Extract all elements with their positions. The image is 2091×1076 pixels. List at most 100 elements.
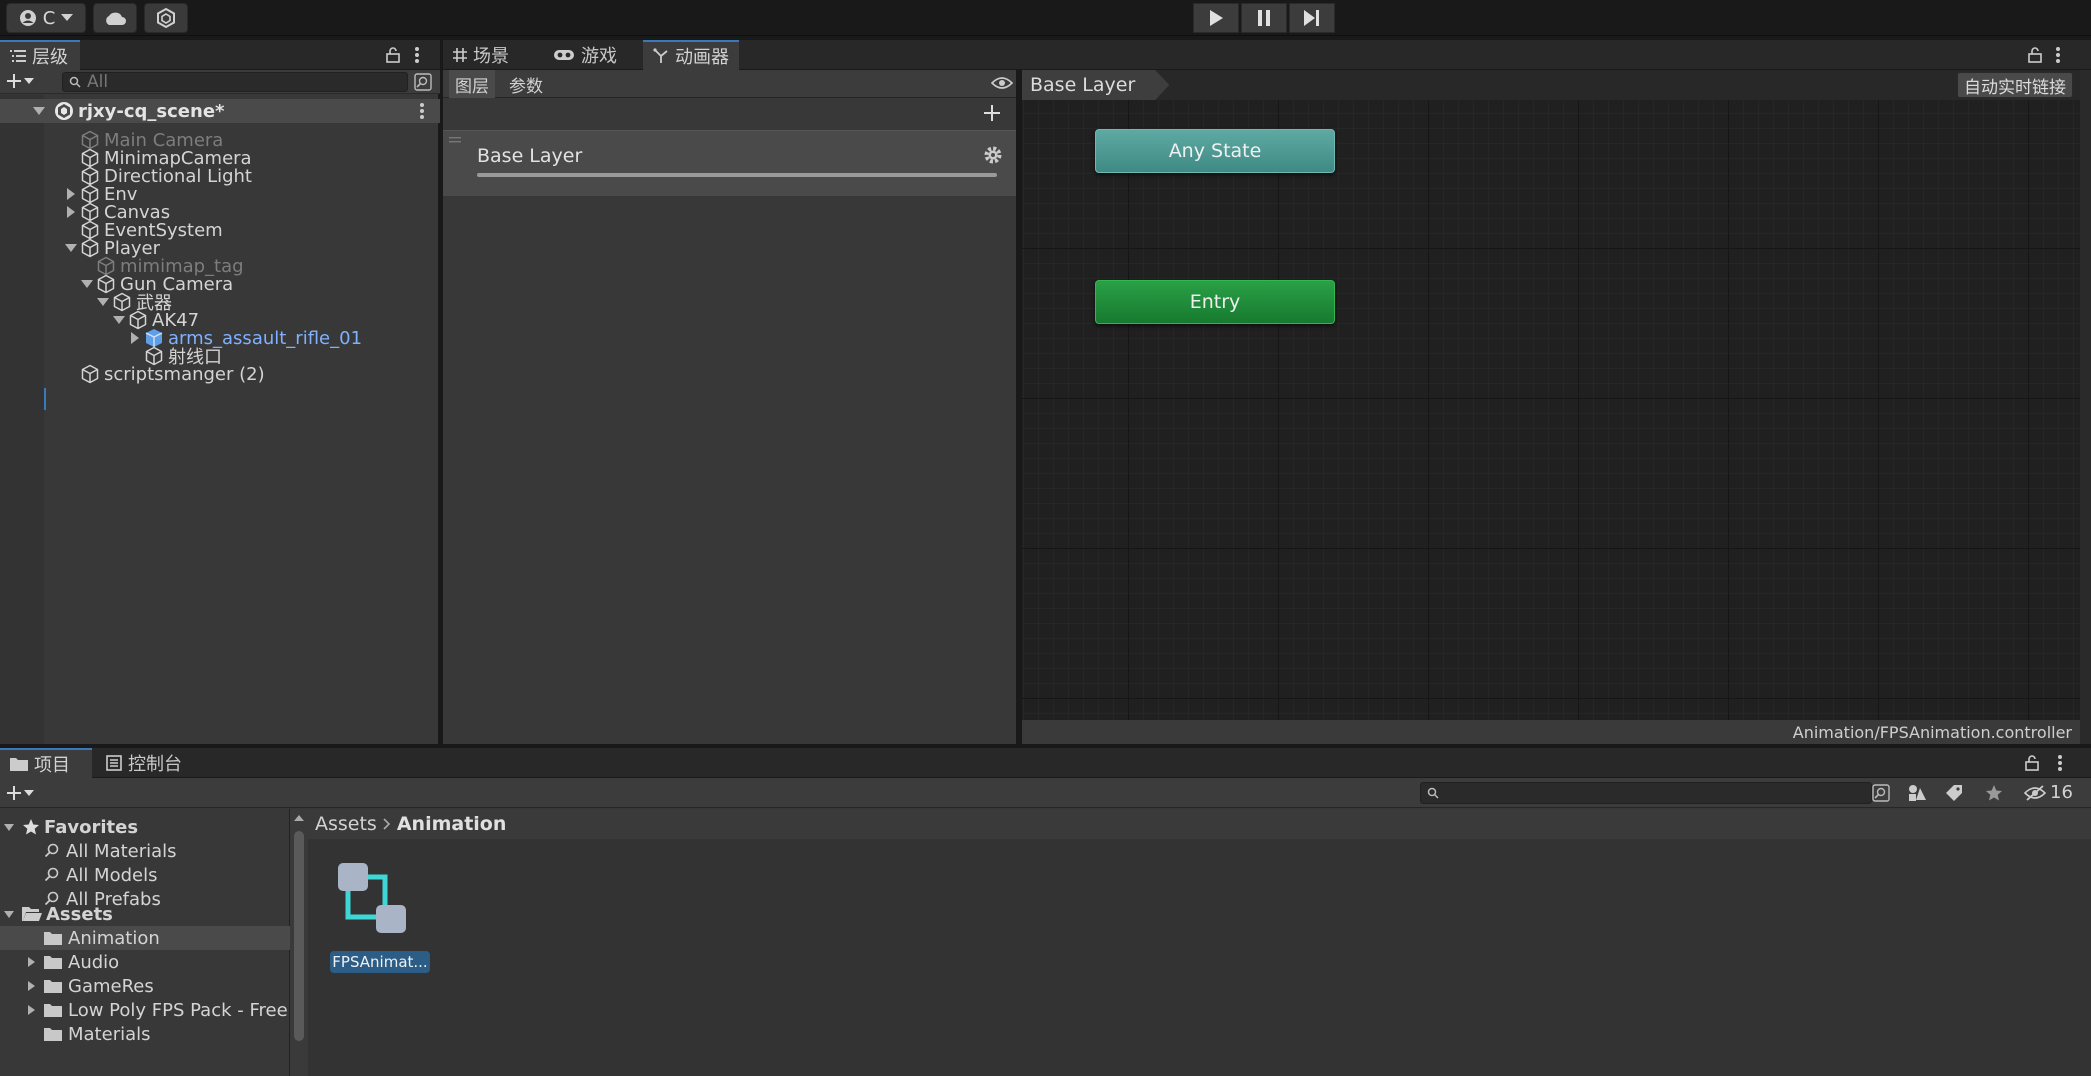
search-icon	[1427, 787, 1439, 799]
label-tag-icon[interactable]	[1945, 784, 1963, 802]
any-state-node[interactable]: Any State	[1095, 129, 1335, 173]
folder-label: Animation	[68, 927, 160, 949]
add-layer-icon[interactable]	[983, 104, 1001, 122]
play-icon	[1209, 10, 1223, 26]
hexagon-icon	[156, 8, 176, 28]
project-search-input[interactable]	[1420, 782, 1872, 804]
chevron-right-icon[interactable]	[24, 1004, 38, 1016]
hierarchy-item[interactable]: scriptsmanger (2)	[0, 362, 440, 386]
layer-weight-bar[interactable]	[477, 173, 997, 177]
cloud-button[interactable]	[93, 3, 137, 33]
chevron-down-icon[interactable]	[112, 313, 126, 327]
kebab-menu-icon[interactable]	[2055, 46, 2061, 64]
hierarchy-search-field[interactable]: All	[62, 72, 408, 92]
assets-row[interactable]: Assets	[0, 902, 113, 926]
chevron-down-icon[interactable]	[0, 908, 18, 920]
layers-subtab-bar: 图层 参数	[443, 70, 1016, 98]
scene-row[interactable]: rjxy-cq_scene*	[0, 99, 440, 123]
favorite-item[interactable]: All Models	[0, 863, 157, 887]
collab-button[interactable]	[144, 3, 188, 33]
folder-icon	[44, 1003, 62, 1017]
hierarchy-tabbar: 层级	[0, 40, 440, 70]
project-toolbar: 16	[0, 778, 2091, 808]
lock-icon[interactable]	[386, 47, 400, 63]
subtab-parameters[interactable]: 参数	[503, 70, 549, 98]
tab-console[interactable]: 控制台	[96, 748, 192, 778]
asset-label[interactable]: FPSAnimat...	[330, 951, 430, 973]
hierarchy-search-input[interactable]: All	[87, 72, 108, 92]
folder-item[interactable]: GameRes	[0, 974, 290, 998]
drag-handle-icon[interactable]	[449, 137, 461, 143]
animator-layers-panel: 图层 参数 Base Layer	[443, 70, 1019, 744]
gamepad-icon	[553, 48, 575, 62]
tab-project[interactable]: 项目	[0, 748, 92, 778]
chevron-right-icon[interactable]	[128, 331, 142, 345]
chevron-right-icon[interactable]	[24, 956, 38, 968]
folder-item[interactable]: Low Poly FPS Pack - Free	[0, 998, 290, 1022]
tab-hierarchy[interactable]: 层级	[0, 40, 80, 70]
chevron-down-icon[interactable]	[64, 241, 78, 255]
graph-scrollbar[interactable]	[2080, 70, 2091, 744]
kebab-menu-icon[interactable]	[2057, 754, 2063, 772]
chevron-right-icon[interactable]	[64, 205, 78, 219]
animator-controller-icon[interactable]	[330, 859, 410, 939]
chevron-down-icon[interactable]	[80, 277, 94, 291]
folder-icon	[44, 955, 62, 969]
favorite-label: All Models	[66, 864, 158, 886]
chevron-down-icon[interactable]	[96, 295, 110, 309]
tab-animator[interactable]: 动画器	[643, 40, 739, 70]
folder-item[interactable]: Audio	[0, 950, 290, 974]
lock-icon[interactable]	[2025, 755, 2039, 771]
subtab-layers[interactable]: 图层	[449, 70, 495, 98]
account-dropdown[interactable]: C	[6, 3, 86, 33]
entry-node[interactable]: Entry	[1095, 280, 1335, 324]
hidden-packages-toggle[interactable]: 16	[2024, 782, 2073, 803]
search-filter-icon[interactable]	[414, 73, 432, 91]
layer-row-base[interactable]: Base Layer	[443, 130, 1016, 196]
kebab-menu-icon[interactable]	[414, 46, 420, 64]
create-dropdown[interactable]	[6, 785, 34, 801]
step-button[interactable]	[1289, 3, 1335, 33]
pause-button[interactable]	[1241, 3, 1287, 33]
breadcrumb-base-layer[interactable]: Base Layer	[1022, 70, 1169, 100]
chevron-right-icon[interactable]	[24, 980, 38, 992]
favorite-item[interactable]: All Materials	[0, 839, 177, 863]
breadcrumb-assets[interactable]: Assets	[315, 813, 377, 835]
tab-game-label: 游戏	[581, 46, 617, 67]
scene-name: rjxy-cq_scene*	[78, 100, 225, 122]
filter-by-type-icon[interactable]	[1907, 784, 1927, 802]
chevron-down-icon[interactable]	[0, 821, 18, 833]
folder-item[interactable]: Materials	[0, 1022, 290, 1046]
state-machine-graph[interactable]: Any State Entry	[1022, 100, 2080, 720]
live-link-button[interactable]: 自动实时链接	[1957, 72, 2073, 98]
scene-kebab-icon[interactable]	[419, 102, 425, 120]
tab-console-label: 控制台	[128, 754, 182, 775]
tab-scene[interactable]: 场景	[443, 40, 519, 70]
play-button[interactable]	[1193, 3, 1239, 33]
gear-icon[interactable]	[983, 145, 1003, 165]
eye-icon[interactable]	[991, 76, 1013, 90]
chevron-right-icon[interactable]	[64, 187, 78, 201]
star-icon[interactable]	[1985, 784, 2003, 802]
favorites-row[interactable]: Favorites	[0, 815, 138, 839]
tab-game[interactable]: 游戏	[543, 40, 627, 70]
asset-breadcrumb: Assets Animation	[308, 809, 2091, 839]
folder-icon	[44, 1027, 62, 1041]
chevron-down-icon[interactable]	[0, 104, 46, 118]
folder-tree-scrollbar[interactable]	[290, 809, 308, 1076]
folder-label: Low Poly FPS Pack - Free	[68, 999, 288, 1021]
folder-item[interactable]: Animation	[0, 926, 290, 950]
search-filter-icon[interactable]	[1872, 784, 1890, 802]
project-tabbar: 项目 控制台	[0, 748, 2091, 778]
create-dropdown[interactable]	[6, 73, 34, 89]
search-icon	[44, 867, 60, 883]
folder-label: Materials	[68, 1023, 151, 1045]
breadcrumb-animation[interactable]: Animation	[397, 813, 507, 835]
lock-icon[interactable]	[2028, 47, 2042, 63]
hidden-count: 16	[2050, 782, 2073, 803]
chevron-down-icon	[61, 14, 74, 22]
plus-icon	[6, 73, 22, 89]
